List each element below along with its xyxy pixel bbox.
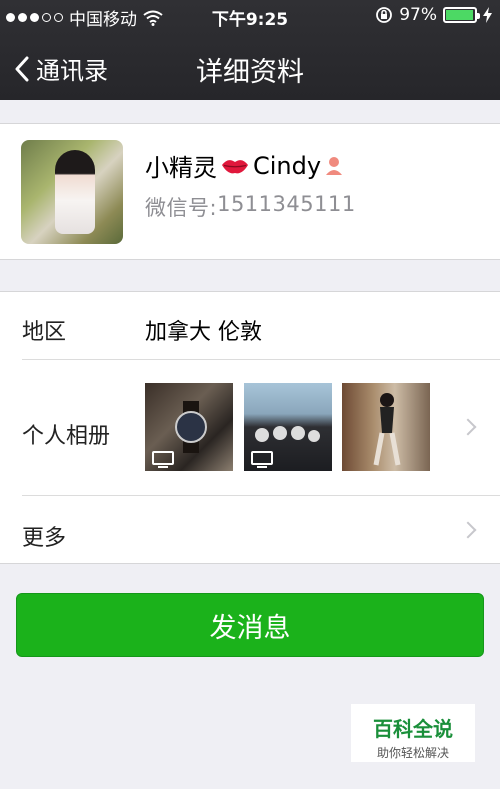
chevron-right-icon xyxy=(459,521,477,539)
album-label: 个人相册 xyxy=(22,424,111,449)
video-icon xyxy=(251,451,273,468)
more-label: 更多 xyxy=(22,526,67,551)
wechat-id: 微信号: 1511345111 xyxy=(145,192,356,222)
battery-fill xyxy=(446,10,474,20)
region-row: 地区 加拿大 伦敦 xyxy=(0,292,500,359)
send-message-button[interactable]: 发消息 xyxy=(16,593,484,657)
watermark-logo: 百科全说 助你轻松解决 xyxy=(351,704,475,762)
album-photo-watch[interactable] xyxy=(145,383,233,471)
album-photo-cockpit[interactable] xyxy=(244,383,332,471)
name-suffix: Cindy xyxy=(253,151,322,180)
person-emoji-icon xyxy=(326,156,343,175)
top-bar: 中国移动 下午9:25 97% 通讯录 详细资料 xyxy=(0,0,500,100)
album-row[interactable]: 个人相册 xyxy=(0,360,500,495)
charging-icon xyxy=(483,7,492,23)
details-list: 地区 加拿大 伦敦 个人相册 更多 xyxy=(0,291,500,564)
more-row[interactable]: 更多 xyxy=(0,496,500,564)
page-title: 详细资料 xyxy=(196,57,304,88)
wechat-id-value: 1511345111 xyxy=(217,192,356,216)
wechat-id-label: 微信号: xyxy=(145,196,218,220)
avatar[interactable] xyxy=(21,140,123,244)
battery-percent: 97% xyxy=(399,5,437,25)
watermark-title: 百科全说 xyxy=(373,717,453,741)
region-label: 地区 xyxy=(22,320,67,345)
name-prefix: 小精灵 xyxy=(145,154,217,182)
region-value: 加拿大 伦敦 xyxy=(145,320,262,345)
album-photo-portrait[interactable] xyxy=(342,383,430,471)
rotation-lock-icon xyxy=(376,7,393,23)
lips-emoji-icon xyxy=(222,159,248,173)
navigation-bar: 通讯录 详细资料 xyxy=(0,33,500,100)
profile-card[interactable]: 小精灵 Cindy 微信号: 1511345111 xyxy=(0,123,500,260)
battery-icon xyxy=(443,7,480,23)
chevron-right-icon xyxy=(459,418,477,436)
watermark-subtitle: 助你轻松解决 xyxy=(376,746,449,760)
video-icon xyxy=(152,451,174,468)
contact-name: 小精灵 Cindy xyxy=(145,148,343,183)
status-bar: 中国移动 下午9:25 97% xyxy=(0,0,500,33)
